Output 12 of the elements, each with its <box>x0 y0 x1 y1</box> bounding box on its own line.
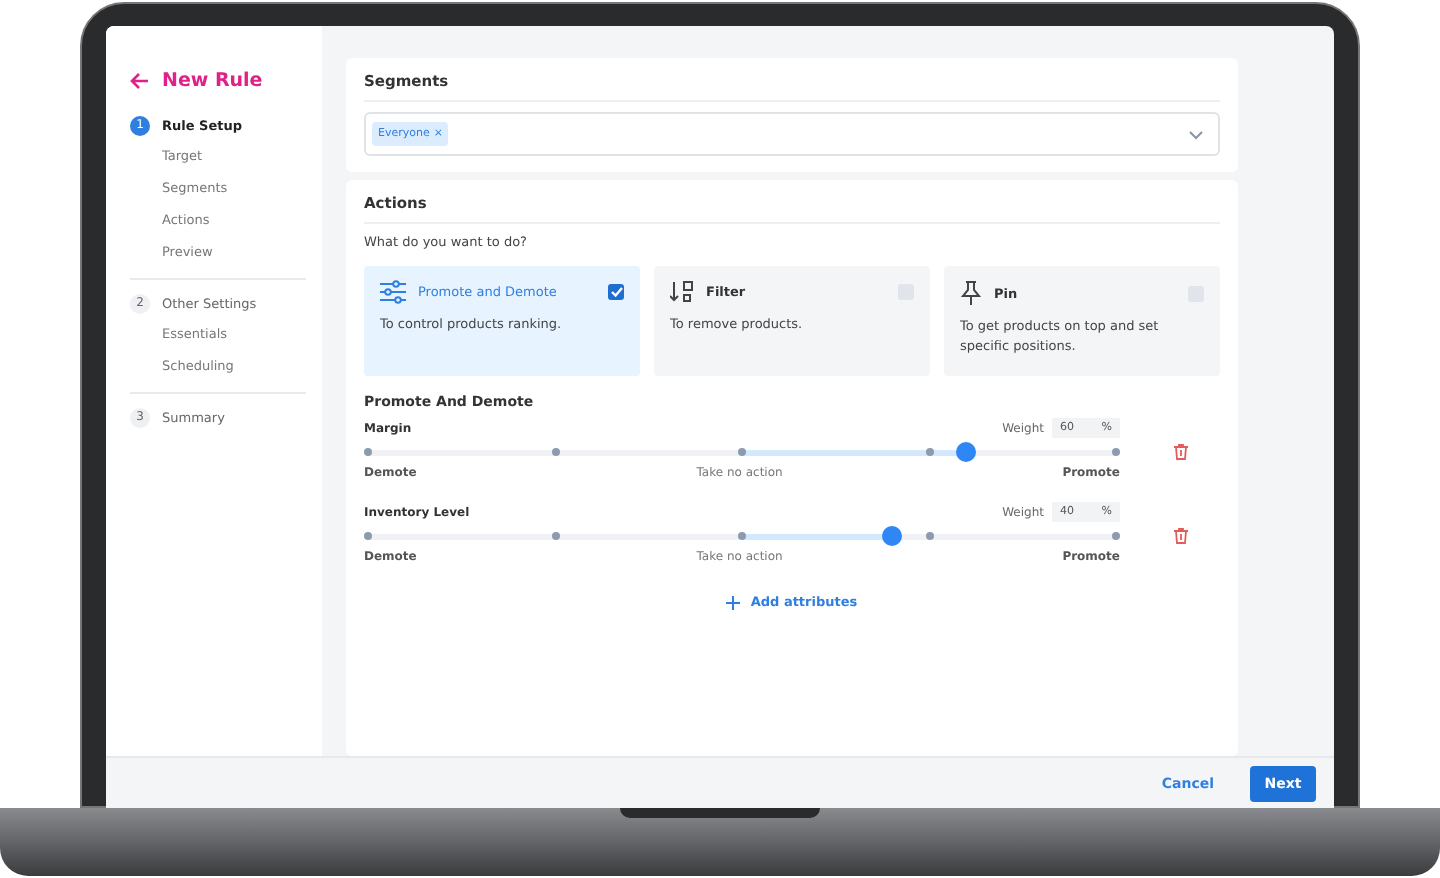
trash-icon[interactable] <box>1174 444 1188 460</box>
slider-thumb[interactable] <box>956 442 977 462</box>
page-title: New Rule <box>162 70 263 92</box>
pin-icon <box>960 280 982 306</box>
plus-icon <box>726 595 741 609</box>
sort-icon <box>670 280 694 304</box>
sliders-icon <box>380 280 406 304</box>
back-arrow-icon[interactable] <box>130 72 150 90</box>
chevron-down-icon[interactable] <box>1188 129 1204 139</box>
slider-thumb[interactable] <box>881 526 902 546</box>
checkbox[interactable] <box>608 284 624 300</box>
trash-icon[interactable] <box>1174 528 1188 544</box>
